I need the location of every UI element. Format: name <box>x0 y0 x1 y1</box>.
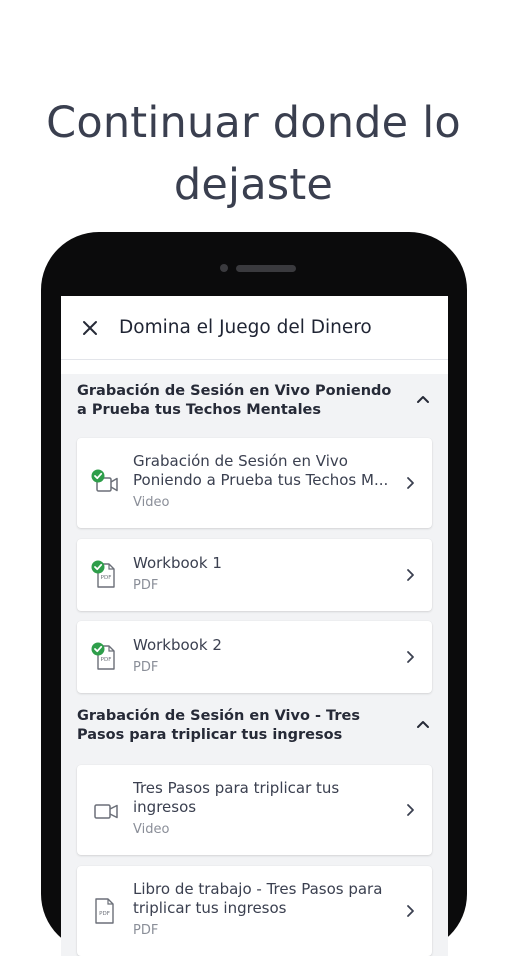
chevron-right-icon <box>407 569 414 581</box>
speaker-grille <box>236 265 296 272</box>
section-title: Grabación de Sesión en Vivo - Tres Pasos… <box>77 708 360 743</box>
svg-text:PDF: PDF <box>101 657 112 663</box>
lesson-item[interactable]: Tres Pasos para triplicar tus ingresos V… <box>77 765 432 855</box>
lesson-item[interactable]: PDF Libro de trabajo - Tres Pasos para t… <box>77 866 432 956</box>
lesson-title: Libro de trabajo - Tres Pasos para tripl… <box>133 880 383 917</box>
lesson-item[interactable]: Grabación de Sesión en Vivo Poniendo a P… <box>77 438 432 528</box>
svg-text:PDF: PDF <box>101 575 112 581</box>
chevron-right-icon <box>407 804 414 816</box>
chevron-up-icon[interactable] <box>416 717 430 731</box>
lesson-title: Grabación de Sesión en Vivo Poniendo a P… <box>133 452 389 489</box>
section-header[interactable]: Grabación de Sesión en Vivo Poniendo a P… <box>61 374 448 438</box>
chevron-right-icon <box>407 905 414 917</box>
svg-text:PDF: PDF <box>99 911 110 917</box>
pdf-completed-icon: PDF <box>91 560 115 588</box>
section-title: Grabación de Sesión en Vivo Poniendo a P… <box>77 383 392 418</box>
pdf-completed-icon: PDF <box>91 642 115 670</box>
lesson-list: Grabación de Sesión en Vivo Poniendo a P… <box>61 374 448 956</box>
lesson-type: PDF <box>133 578 159 593</box>
lesson-title: Tres Pasos para triplicar tus ingresos <box>133 779 340 816</box>
course-title: Domina el Juego del Dinero <box>119 317 372 338</box>
lesson-type: PDF <box>133 923 159 938</box>
camera-dot <box>220 264 228 272</box>
video-completed-icon <box>91 469 118 492</box>
lesson-item[interactable]: PDF Workbook 2 PDF <box>77 621 432 693</box>
lesson-type: PDF <box>133 660 159 675</box>
top-bar: Domina el Juego del Dinero <box>61 296 448 360</box>
lesson-type: Video <box>133 495 170 510</box>
pdf-icon: PDF <box>95 898 114 924</box>
chevron-right-icon <box>407 477 414 489</box>
phone-frame: Domina el Juego del Dinero Grabación de … <box>41 232 467 956</box>
section-header[interactable]: Grabación de Sesión en Vivo - Tres Pasos… <box>61 699 448 765</box>
headline-line-2: dejaste <box>173 160 334 210</box>
headline-line-1: Continuar donde lo <box>46 98 461 148</box>
lesson-item[interactable]: PDF Workbook 1 PDF <box>77 539 432 611</box>
headline: Continuar donde lo dejaste <box>0 92 507 216</box>
close-icon[interactable] <box>77 315 103 341</box>
lesson-title: Workbook 2 <box>133 636 222 654</box>
chevron-right-icon <box>407 651 414 663</box>
app-screen: Domina el Juego del Dinero Grabación de … <box>61 296 448 956</box>
chevron-up-icon[interactable] <box>416 392 430 406</box>
lesson-type: Video <box>133 822 170 837</box>
lesson-title: Workbook 1 <box>133 554 222 572</box>
video-icon <box>94 804 118 819</box>
